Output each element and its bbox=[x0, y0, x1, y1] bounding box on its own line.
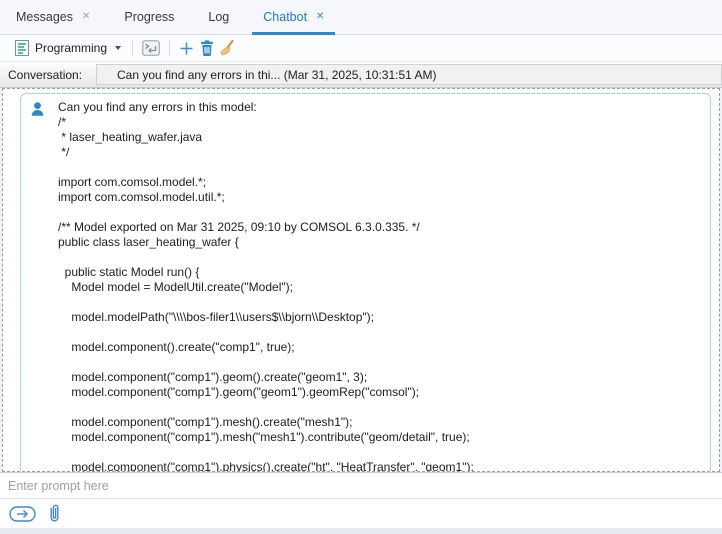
tab-chatbot[interactable]: Chatbot ✕ bbox=[251, 0, 336, 34]
new-conversation-button[interactable] bbox=[176, 37, 197, 59]
conversation-select[interactable]: Can you find any errors in thi... (Mar 3… bbox=[96, 64, 722, 85]
conversation-row: Conversation: Can you find any errors in… bbox=[0, 62, 722, 88]
toolbar-separator bbox=[132, 40, 133, 56]
chevron-down-icon bbox=[115, 46, 121, 50]
broom-icon bbox=[220, 40, 235, 56]
tab-chatbot-label: Chatbot bbox=[263, 10, 307, 24]
bottom-strip bbox=[0, 528, 722, 534]
mode-label: Programming bbox=[35, 41, 107, 55]
delete-conversation-button[interactable] bbox=[197, 37, 217, 59]
user-icon bbox=[31, 102, 44, 122]
tab-progress[interactable]: Progress bbox=[112, 0, 186, 34]
mode-dropdown[interactable]: Programming bbox=[10, 37, 126, 59]
toolbar-separator bbox=[169, 40, 170, 56]
programming-icon bbox=[15, 40, 29, 56]
prompt-row bbox=[0, 472, 722, 499]
conversation-transcript[interactable]: Can you find any errors in this model: /… bbox=[2, 88, 720, 472]
close-icon[interactable]: ✕ bbox=[82, 12, 90, 22]
chatbot-panel: Messages ✕ Progress Log Chatbot ✕ bbox=[0, 0, 722, 534]
prompt-input[interactable] bbox=[0, 473, 722, 498]
tab-bar: Messages ✕ Progress Log Chatbot ✕ bbox=[0, 0, 722, 35]
send-button[interactable] bbox=[9, 505, 37, 523]
plus-icon bbox=[179, 41, 194, 56]
prompt-actions bbox=[0, 499, 722, 528]
close-icon[interactable]: ✕ bbox=[316, 12, 324, 22]
console-icon bbox=[142, 40, 160, 56]
user-message-bubble: Can you find any errors in this model: /… bbox=[20, 93, 711, 472]
tab-messages-label: Messages bbox=[16, 10, 73, 24]
tab-log[interactable]: Log bbox=[196, 0, 241, 34]
attach-icon[interactable] bbox=[48, 503, 61, 524]
conversation-selected-value: Can you find any errors in thi... (Mar 3… bbox=[117, 68, 437, 82]
send-to-console-button[interactable] bbox=[139, 37, 163, 59]
tab-log-label: Log bbox=[208, 10, 229, 24]
tab-messages[interactable]: Messages ✕ bbox=[4, 0, 102, 34]
user-message-text: Can you find any errors in this model: /… bbox=[58, 100, 696, 472]
tab-progress-label: Progress bbox=[124, 10, 174, 24]
conversation-label: Conversation: bbox=[0, 68, 96, 82]
trash-icon bbox=[200, 40, 214, 56]
clear-conversation-button[interactable] bbox=[217, 37, 238, 59]
chatbot-toolbar: Programming bbox=[0, 35, 722, 62]
